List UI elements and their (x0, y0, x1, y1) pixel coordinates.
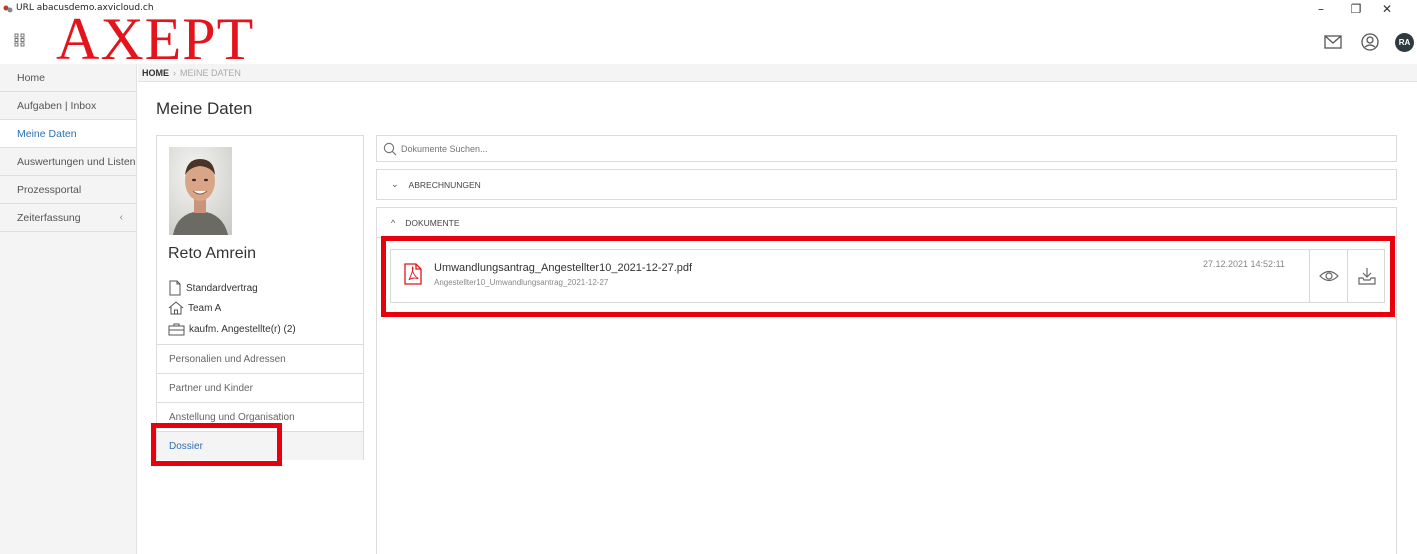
section-dokumente[interactable]: ^ DOKUMENTE (376, 207, 1397, 238)
home-icon (168, 301, 184, 315)
axept-logo[interactable]: AXEPT (56, 8, 254, 70)
team-row: Team A (168, 301, 221, 315)
role-row: kaufm. Angestellte(r) (2) (168, 322, 296, 336)
contract-row: Standardvertrag (168, 280, 258, 296)
apps-grid-icon[interactable] (14, 33, 26, 47)
app-icon (3, 5, 13, 13)
team-label: Team A (188, 302, 222, 314)
sidebar-item-meine-daten[interactable]: Meine Daten (0, 120, 136, 148)
sidebar-item-inbox[interactable]: Aufgaben | Inbox (0, 92, 136, 120)
menu-label: Personalien und Adressen (169, 353, 286, 365)
document-search (376, 135, 1397, 162)
sidebar-item-auswertungen[interactable]: Auswertungen und Listen (0, 148, 136, 176)
sidebar-item-label: Auswertungen und Listen (17, 155, 136, 168)
app-header: AXEPT RA (0, 8, 1417, 70)
sidebar-item-home[interactable]: Home (0, 64, 136, 92)
sidebar-item-label: Home (17, 71, 46, 84)
mail-icon[interactable] (1323, 32, 1343, 52)
breadcrumb-current: MEINE DATEN (180, 67, 241, 78)
document-highlight-box (381, 236, 1395, 317)
section-label: DOKUMENTE (405, 217, 460, 228)
sidebar-item-label: Aufgaben | Inbox (17, 99, 97, 112)
search-icon (383, 142, 397, 155)
breadcrumb-home[interactable]: HOME (142, 68, 169, 78)
briefcase-icon (168, 323, 185, 336)
menu-label: Partner und Kinder (169, 382, 253, 394)
sidebar: Home Aufgaben | Inbox Meine Daten Auswer… (0, 64, 137, 554)
section-abrechnungen[interactable]: ⌄ ABRECHNUNGEN (376, 169, 1397, 200)
menu-personalien[interactable]: Personalien und Adressen (157, 344, 363, 373)
search-input[interactable] (401, 143, 801, 154)
page-title: Meine Daten (156, 99, 253, 118)
sidebar-item-label: Prozessportal (17, 183, 82, 196)
maximize-button[interactable]: ❐ (1341, 0, 1371, 18)
section-label: ABRECHNUNGEN (408, 179, 481, 190)
contract-label: Standardvertrag (186, 282, 258, 294)
breadcrumb-separator: › (173, 67, 176, 78)
user-circle-icon[interactable] (1360, 32, 1380, 52)
sidebar-item-label: Meine Daten (17, 127, 77, 140)
breadcrumb: HOME › MEINE DATEN (138, 64, 1417, 82)
minimize-button[interactable]: – (1306, 0, 1336, 18)
menu-partner-kinder[interactable]: Partner und Kinder (157, 373, 363, 402)
sidebar-item-label: Zeiterfassung (17, 211, 81, 224)
role-label: kaufm. Angestellte(r) (2) (189, 323, 296, 335)
sidebar-item-zeiterfassung[interactable]: Zeiterfassung ‹ (0, 204, 136, 232)
profile-photo (169, 147, 232, 235)
profile-card: Reto Amrein Standardvertrag Team A kaufm… (156, 135, 364, 460)
chevron-down-icon: ⌄ (391, 179, 399, 189)
profile-name: Reto Amrein (168, 245, 257, 262)
dossier-highlight-box (151, 423, 282, 466)
user-avatar[interactable]: RA (1395, 33, 1414, 52)
sidebar-item-prozessportal[interactable]: Prozessportal (0, 176, 136, 204)
close-button[interactable]: ✕ (1372, 0, 1402, 18)
chevron-left-icon: ‹ (119, 212, 123, 223)
menu-label: Anstellung und Organisation (169, 411, 295, 423)
chevron-up-icon: ^ (391, 217, 396, 228)
document-icon (169, 280, 181, 296)
